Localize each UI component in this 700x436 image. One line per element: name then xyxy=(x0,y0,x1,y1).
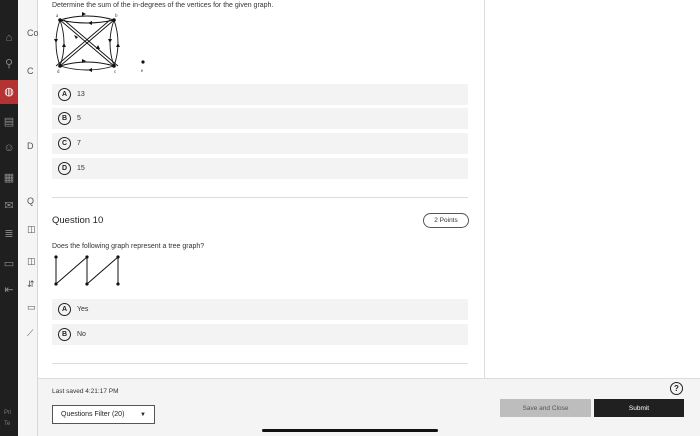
sidebar-footer-line-2: Te xyxy=(4,421,11,427)
option-text: Yes xyxy=(77,306,89,313)
answer-option-b[interactable]: B 5 xyxy=(52,108,468,129)
caret-down-icon: ▼ xyxy=(140,412,146,418)
course-glyph: ⟋ xyxy=(27,328,34,338)
book-icon[interactable]: ▤ xyxy=(3,116,15,128)
search-icon[interactable]: ⚲ xyxy=(3,58,15,70)
option-letter-badge: B xyxy=(58,112,71,125)
option-text: 13 xyxy=(77,91,85,98)
question-9-graph: a b d c e xyxy=(54,12,145,74)
question-divider xyxy=(52,363,468,364)
course-glyph: ▭ xyxy=(27,302,36,312)
logout-icon[interactable]: ⇤ xyxy=(3,284,15,296)
app-sidebar: ⌂ ⚲ ◍ ▤ ☺ ▦ ✉ ≣ ▭ ⇤ Pri Te xyxy=(0,0,18,436)
answer-option-yes[interactable]: A Yes xyxy=(52,299,468,320)
option-letter-badge: B xyxy=(58,328,71,341)
save-and-close-button[interactable]: Save and Close xyxy=(500,399,591,417)
calendar-icon[interactable]: ▦ xyxy=(3,172,15,184)
option-text: 15 xyxy=(77,165,85,172)
notes-icon[interactable]: ≣ xyxy=(3,228,15,240)
box-icon[interactable]: ▭ xyxy=(3,258,15,270)
question-10-graph xyxy=(54,255,120,286)
people-icon[interactable]: ☺ xyxy=(3,142,15,154)
last-saved-status: Last saved 4:21:17 PM xyxy=(52,388,119,395)
vertex-label-b: b xyxy=(115,14,118,19)
vertex-label-d: d xyxy=(57,70,60,74)
right-blank-panel xyxy=(484,0,700,378)
home-icon[interactable]: ⌂ xyxy=(3,32,15,44)
option-letter-badge: D xyxy=(58,162,71,175)
option-text: 5 xyxy=(77,115,81,122)
option-letter-badge: A xyxy=(58,303,71,316)
globe-icon[interactable]: ◍ xyxy=(3,86,15,98)
answer-option-d[interactable]: D 15 xyxy=(52,158,468,179)
question-divider xyxy=(52,197,468,198)
home-indicator xyxy=(262,429,438,432)
course-glyph: D xyxy=(27,141,34,151)
vertex-label-e: e xyxy=(141,69,144,74)
exam-screen: ⌂ ⚲ ◍ ▤ ☺ ▦ ✉ ≣ ▭ ⇤ Pri Te Co C D Q ◫ ◫ … xyxy=(0,0,700,436)
option-letter-badge: A xyxy=(58,88,71,101)
option-text: 7 xyxy=(77,140,81,147)
option-text: No xyxy=(77,331,86,338)
course-panel: Co C D Q ◫ ◫ ⇵ ▭ ⟋ xyxy=(18,0,39,436)
mail-icon[interactable]: ✉ xyxy=(3,200,15,212)
course-glyph: Q xyxy=(27,196,35,206)
course-glyph: ◫ xyxy=(27,256,36,266)
question-list: Determine the sum of the in-degrees of t… xyxy=(38,0,484,378)
question-9-prompt: Determine the sum of the in-degrees of t… xyxy=(52,2,274,9)
questions-filter-dropdown[interactable]: Questions Filter (20) ▼ xyxy=(52,405,155,424)
help-icon[interactable]: ? xyxy=(670,382,683,395)
vertex-label-a: a xyxy=(56,14,59,19)
submit-button[interactable]: Submit xyxy=(594,399,684,417)
answer-option-c[interactable]: C 7 xyxy=(52,133,468,154)
option-letter-badge: C xyxy=(58,137,71,150)
course-glyph: C xyxy=(27,66,34,76)
answer-option-no[interactable]: B No xyxy=(52,324,468,345)
sidebar-footer-line-1: Pri xyxy=(4,410,12,416)
question-10-prompt: Does the following graph represent a tre… xyxy=(52,243,205,250)
vertex-label-c: c xyxy=(114,70,117,74)
points-badge: 2 Points xyxy=(423,213,469,228)
course-glyph: Co xyxy=(27,28,39,38)
answer-option-a[interactable]: A 13 xyxy=(52,84,468,105)
course-glyph: ◫ xyxy=(27,224,36,234)
course-glyph: ⇵ xyxy=(27,279,35,289)
exam-footer: Last saved 4:21:17 PM Questions Filter (… xyxy=(38,378,700,436)
question-10-title: Question 10 xyxy=(52,215,104,226)
filter-label: Questions Filter (20) xyxy=(61,411,125,418)
